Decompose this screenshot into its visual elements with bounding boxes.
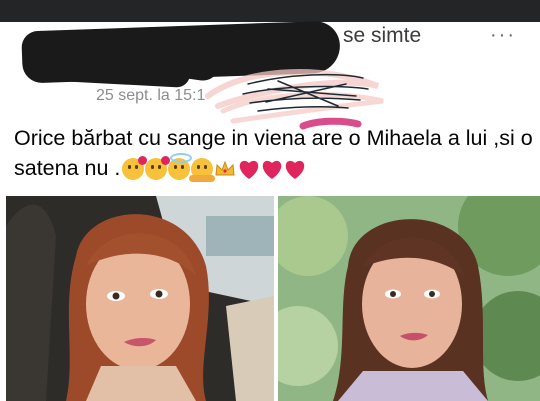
post-card: se simte ··· 25 sept. la 15:1 Orice bărb… (0, 20, 540, 401)
top-bar (0, 0, 540, 22)
crown-icon (214, 158, 236, 180)
red-heart-icon (260, 158, 282, 180)
more-options-icon[interactable]: ··· (490, 24, 516, 47)
scribble-redaction (205, 69, 384, 130)
feeling-status: se simte (343, 24, 422, 47)
car-selfie-illustration (6, 196, 274, 401)
post-photo-2[interactable] (278, 196, 540, 401)
emoji-row (122, 153, 305, 183)
red-heart-icon (283, 158, 305, 180)
kissing-face-icon (122, 156, 148, 181)
outdoor-portrait-illustration (278, 196, 540, 401)
kissing-face-icon (145, 156, 171, 181)
hugging-face-icon (189, 158, 216, 183)
red-heart-icon (237, 158, 259, 180)
post-body: Orice bărbat cu sange in viena are o Mih… (14, 123, 534, 183)
post-photo-1[interactable] (6, 196, 274, 401)
smiling-face-with-halo-icon (168, 153, 193, 181)
